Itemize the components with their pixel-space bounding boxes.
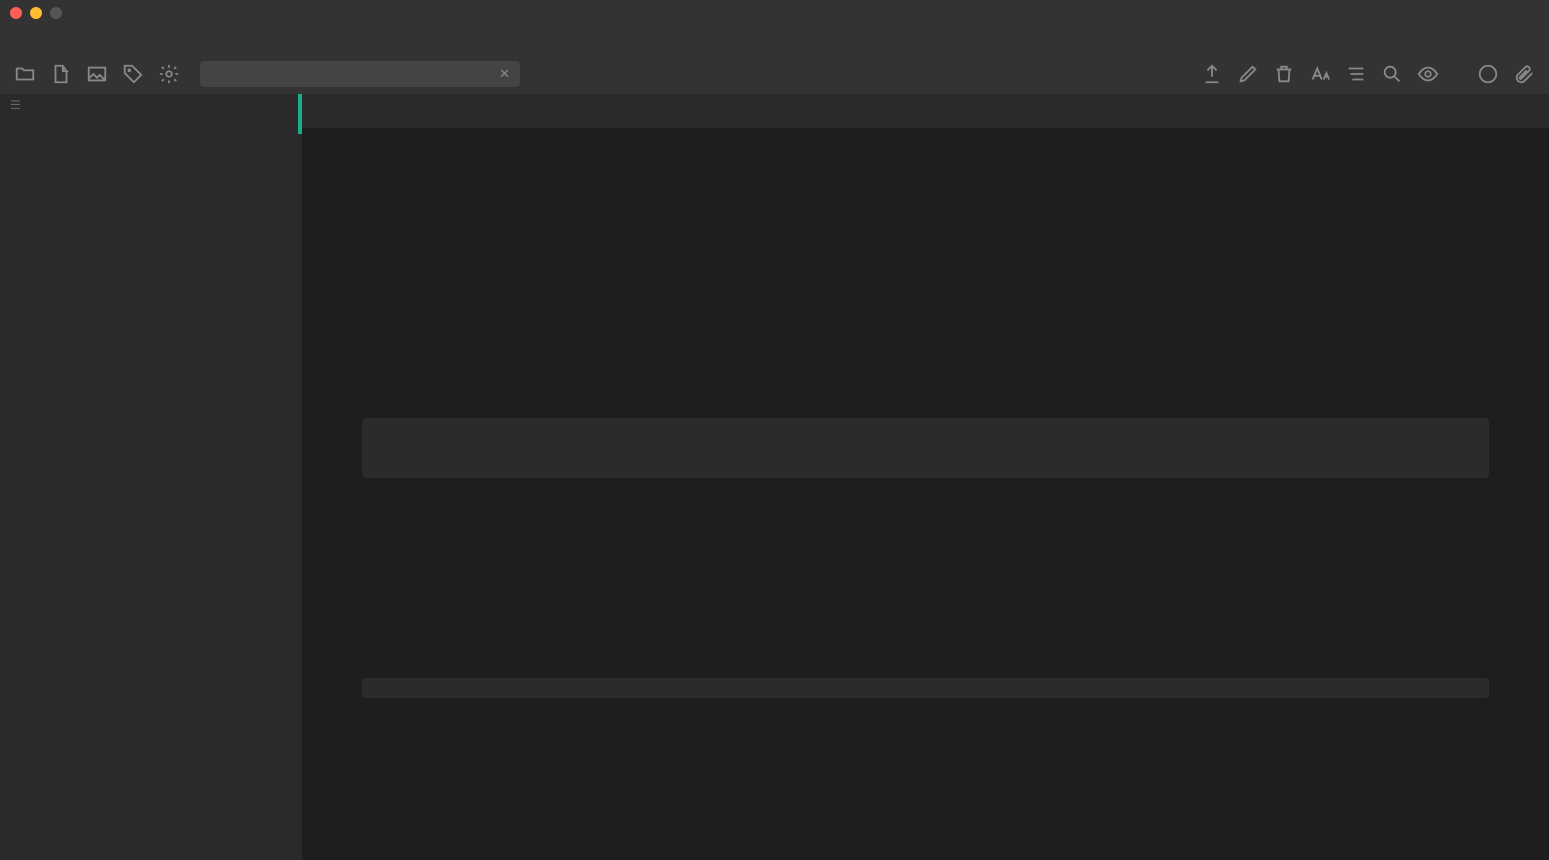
minimize-window-button[interactable] (30, 7, 42, 19)
code-block (362, 678, 1489, 698)
main: ☰ (0, 94, 1549, 860)
menubar (0, 26, 1549, 54)
search-icon[interactable] (1381, 63, 1403, 85)
preview-icon[interactable] (1417, 63, 1439, 85)
sidebar: ☰ (0, 94, 302, 860)
settings-icon[interactable] (158, 63, 180, 85)
image-icon[interactable] (86, 63, 108, 85)
export-icon[interactable] (1201, 63, 1223, 85)
tags-icon[interactable] (122, 63, 144, 85)
pomodoro-icon[interactable] (1477, 63, 1499, 85)
window-controls (10, 7, 62, 19)
titlebar (0, 0, 1549, 26)
tabbar (302, 94, 1549, 128)
toolbar: ✕ (0, 54, 1549, 94)
trash-icon[interactable] (1273, 63, 1295, 85)
attachment-icon[interactable] (1513, 63, 1535, 85)
search-input[interactable] (210, 67, 499, 82)
code-block (362, 418, 1489, 478)
open-folder-icon[interactable] (14, 63, 36, 85)
search-clear-icon[interactable]: ✕ (499, 67, 510, 82)
new-file-icon[interactable] (50, 63, 72, 85)
editor[interactable] (302, 128, 1549, 860)
close-window-button[interactable] (10, 7, 22, 19)
content (302, 94, 1549, 860)
tree-icon: ☰ (10, 98, 21, 112)
sidebar-header: ☰ (0, 94, 302, 116)
maximize-window-button[interactable] (50, 7, 62, 19)
search-box[interactable]: ✕ (200, 61, 520, 87)
edit-icon[interactable] (1237, 63, 1259, 85)
typography-icon[interactable] (1309, 63, 1331, 85)
toc-icon[interactable] (1345, 63, 1367, 85)
